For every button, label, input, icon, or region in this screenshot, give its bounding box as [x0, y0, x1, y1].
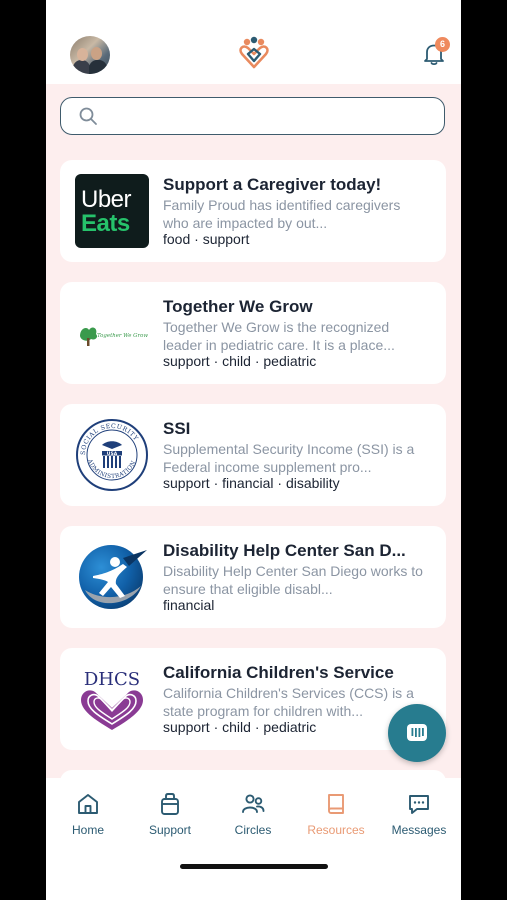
top-bar: 6 — [46, 0, 461, 84]
nav-circles-label: Circles — [234, 823, 272, 837]
resource-description: Together We Grow is the recognized leade… — [163, 319, 395, 353]
user-avatar[interactable] — [70, 36, 110, 74]
search-input[interactable] — [105, 102, 429, 130]
resource-title: Together We Grow — [163, 297, 313, 316]
search-icon — [79, 107, 97, 125]
nav-circles[interactable]: Circles — [213, 791, 293, 839]
circles-icon — [242, 794, 265, 813]
resource-title: California Children's Service — [163, 663, 394, 682]
nav-support[interactable]: Support — [130, 791, 210, 839]
nav-home-label: Home — [71, 823, 104, 837]
resource-tags: food · support — [163, 231, 250, 247]
resources-icon — [328, 794, 344, 814]
support-icon — [161, 793, 179, 815]
resource-title: Support a Caregiver today! — [163, 175, 382, 194]
resource-card[interactable] — [60, 770, 446, 778]
resource-card[interactable]: Disability Help Center San D... Disabili… — [60, 526, 446, 628]
nav-resources[interactable]: Resources — [296, 791, 376, 839]
home-icon — [78, 794, 98, 814]
home-indicator[interactable] — [180, 864, 328, 869]
messages-icon — [409, 795, 429, 814]
nav-messages[interactable]: Messages — [379, 791, 459, 839]
nav-resources-label: Resources — [307, 823, 365, 837]
svg-text:USA: USA — [107, 451, 118, 457]
nav-home[interactable]: Home — [48, 791, 128, 839]
chat-fab-button[interactable] — [388, 704, 446, 762]
resource-description: Disability Help Center San Diego works t… — [163, 563, 423, 597]
dhcs-logo: DHCS — [81, 669, 143, 730]
uber-eats-logo: Uber Eats — [75, 174, 149, 248]
resource-description: Family Proud has identified caregivers w… — [163, 197, 401, 231]
resource-description: California Children's Services (CCS) is … — [163, 685, 414, 719]
bottom-navigation: Home Support Circles Resources Messages — [46, 778, 461, 900]
resources-list: Uber Eats Support a Caregiver today! Fam… — [46, 84, 461, 778]
family-proud-logo[interactable] — [237, 36, 271, 70]
resource-card[interactable]: Uber Eats Support a Caregiver today! Fam… — [60, 160, 446, 262]
phone-screen: 6 Uber Eats Support a Caregiver today! F… — [46, 0, 461, 900]
resource-title: Disability Help Center San D... — [163, 541, 406, 560]
together-we-grow-logo: Together We Grow — [80, 327, 148, 346]
resource-tags: support · child · pediatric — [163, 353, 317, 369]
social-security-administration-seal: SOCIAL SECURITY ADMINISTRATION USA — [76, 419, 148, 491]
resource-title: SSI — [163, 419, 191, 438]
resource-card[interactable]: SOCIAL SECURITY ADMINISTRATION USA SSI S… — [60, 404, 446, 506]
notification-badge: 6 — [435, 37, 450, 52]
svg-text:Together We Grow: Together We Grow — [97, 333, 148, 339]
resource-description: Supplemental Security Income (SSI) is a … — [163, 441, 415, 475]
chat-icon — [407, 724, 427, 741]
resource-tags: support · financial · disability — [163, 475, 340, 491]
resource-card[interactable]: Together We Grow Together We Grow Togeth… — [60, 282, 446, 384]
disability-help-center-logo — [79, 545, 147, 609]
nav-messages-label: Messages — [391, 823, 447, 837]
svg-text:DHCS: DHCS — [84, 669, 140, 690]
nav-support-label: Support — [148, 823, 192, 837]
search-bar[interactable] — [60, 97, 445, 135]
resource-tags: financial — [163, 597, 215, 613]
